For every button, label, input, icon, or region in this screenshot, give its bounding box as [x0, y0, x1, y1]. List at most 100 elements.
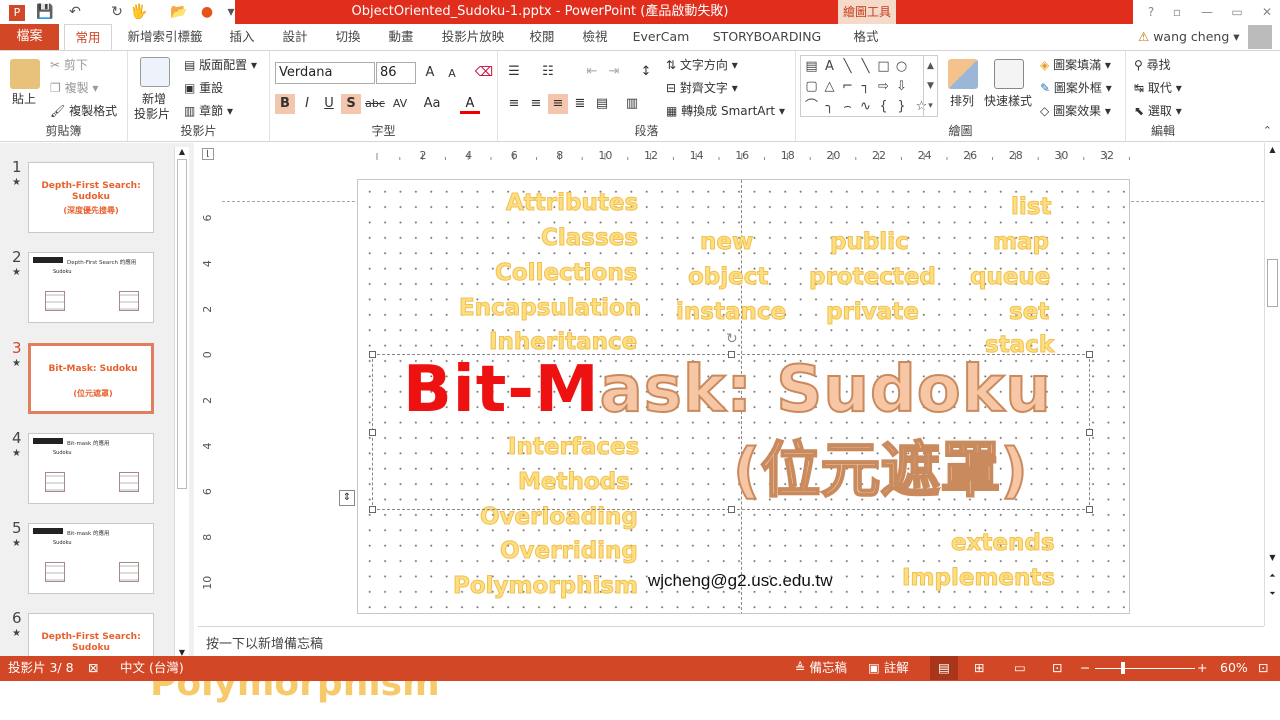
tab-design[interactable]: 設計: [275, 24, 315, 50]
shape-arc[interactable]: ⌒: [803, 98, 820, 115]
layout-button[interactable]: ▤ 版面配置 ▾: [184, 57, 257, 73]
tab-animations[interactable]: 動畫: [381, 24, 421, 50]
slide-counter[interactable]: 投影片 3/ 8: [8, 656, 74, 680]
minimize-button[interactable]: —: [1196, 2, 1218, 22]
zoom-in-icon[interactable]: +: [1197, 656, 1207, 680]
notes-toggle[interactable]: ≜ 備忘稿: [795, 656, 847, 680]
slide-thumbnail-2[interactable]: Depth-First Search 的應用 Sudoku: [28, 252, 154, 323]
bullets-icon[interactable]: ☰: [504, 62, 524, 82]
scroll-down-icon[interactable]: ▼: [1265, 553, 1280, 562]
increase-indent-icon[interactable]: ⇥: [604, 62, 624, 82]
help-button[interactable]: ?: [1140, 2, 1162, 22]
autofit-icon[interactable]: ⇕: [339, 490, 355, 506]
undo-icon[interactable]: ↶: [66, 3, 84, 21]
save-icon[interactable]: 💾: [36, 3, 54, 21]
tab-storyboarding[interactable]: STORYBOARDING: [706, 24, 828, 50]
zoom-out-icon[interactable]: −: [1080, 656, 1090, 680]
tab-selector-icon[interactable]: ⌊: [202, 148, 214, 160]
new-slide-button-line2[interactable]: 投影片: [134, 106, 170, 122]
reset-button[interactable]: ▣ 重設: [184, 80, 223, 96]
shape-outline-button[interactable]: ✎ 圖案外框 ▾: [1040, 80, 1112, 96]
slide-thumbnail-3[interactable]: Bit-Mask: Sudoku (位元遮罩): [28, 343, 154, 414]
tab-custom[interactable]: 新增索引標籤: [122, 24, 208, 50]
vertical-ruler[interactable]: 6 4 2 0 2 4 6 8 10: [201, 178, 215, 614]
new-slide-button[interactable]: 新增: [142, 91, 166, 107]
collapse-ribbon-icon[interactable]: ⌃: [1263, 124, 1272, 137]
thumbnail-scroll-thumb[interactable]: [177, 159, 187, 489]
shape-vertical-textbox[interactable]: A: [821, 58, 838, 75]
distribute-icon[interactable]: ▤: [592, 94, 612, 114]
close-button[interactable]: ✕: [1256, 2, 1278, 22]
maximize-button[interactable]: ▭: [1226, 2, 1248, 22]
paste-button[interactable]: 貼上: [12, 91, 36, 107]
user-account[interactable]: ⚠ wang cheng ▾: [1138, 24, 1240, 50]
shape-right-brace[interactable]: }: [893, 98, 910, 115]
comments-toggle[interactable]: ▣ 註解: [868, 656, 909, 680]
numbering-icon[interactable]: ☷: [538, 62, 558, 82]
powerpoint-logo-icon[interactable]: P: [8, 3, 26, 21]
quick-styles-button[interactable]: 快速樣式: [984, 93, 1032, 109]
align-text-button[interactable]: ⊟ 對齊文字 ▾: [666, 80, 738, 96]
shape-line[interactable]: ╲: [839, 58, 856, 75]
resize-handle-br[interactable]: [1086, 506, 1093, 513]
justify-icon[interactable]: ≣: [570, 94, 590, 114]
gallery-scroll[interactable]: ▲ ▼ ▾: [923, 56, 937, 116]
section-button[interactable]: ▥ 章節 ▾: [184, 103, 233, 119]
font-color-button[interactable]: A: [460, 94, 480, 114]
shape-left-brace[interactable]: {: [875, 98, 892, 115]
format-painter-button[interactable]: 🖌 複製格式: [50, 103, 117, 119]
shape-triangle[interactable]: △: [821, 78, 838, 95]
shape-fill-button[interactable]: ◈ 圖案填滿 ▾: [1040, 57, 1111, 73]
spell-check-icon[interactable]: ⊠: [88, 656, 98, 680]
touch-mode-icon[interactable]: 🖐: [130, 3, 148, 21]
slide-thumbnail-1[interactable]: Depth-First Search: Sudoku (深度優先搜尋): [28, 162, 154, 233]
editor-scroll-thumb[interactable]: [1267, 259, 1278, 307]
columns-icon[interactable]: ▥: [622, 94, 642, 114]
slide-thumbnail-4[interactable]: Bit-mask 的應用 Sudoku: [28, 433, 154, 504]
resize-handle-l[interactable]: [369, 429, 376, 436]
align-center-icon[interactable]: ≡: [526, 94, 546, 114]
shape-wave[interactable]: ∿: [857, 98, 874, 115]
language-indicator[interactable]: 中文 (台灣): [120, 656, 184, 680]
slide-thumbnail-5[interactable]: Bit-mask 的應用 Sudoku: [28, 523, 154, 594]
shape-right-arrow[interactable]: ⇨: [875, 78, 892, 95]
select-button[interactable]: ⬉ 選取 ▾: [1134, 103, 1182, 119]
tab-view[interactable]: 檢視: [575, 24, 615, 50]
underline-button[interactable]: U: [319, 94, 339, 114]
replace-button[interactable]: ↹ 取代 ▾: [1134, 80, 1182, 96]
resize-handle-tr[interactable]: [1086, 351, 1093, 358]
font-name-select[interactable]: Verdana: [275, 62, 375, 84]
reading-view-icon[interactable]: ▭: [1014, 656, 1026, 680]
shape-rectangle[interactable]: □: [875, 58, 892, 75]
rotate-handle-icon[interactable]: ↻: [726, 331, 738, 347]
tab-file[interactable]: 檔案: [0, 24, 59, 50]
shape-rounded-rect[interactable]: ▢: [803, 78, 820, 95]
shrink-font-button[interactable]: A: [442, 64, 462, 84]
decrease-indent-icon[interactable]: ⇤: [582, 62, 602, 82]
font-size-select[interactable]: 86: [376, 62, 416, 84]
notes-pane[interactable]: 按一下以新增備忘稿: [198, 626, 1264, 656]
align-right-icon[interactable]: ≡: [548, 94, 568, 114]
ribbon-display-button[interactable]: ▫: [1166, 2, 1188, 22]
shape-oval[interactable]: ○: [893, 58, 910, 75]
slide-canvas[interactable]: Attributes Classes Collections Encapsula…: [357, 179, 1130, 614]
next-slide-icon[interactable]: ⏷: [1265, 589, 1280, 599]
bold-button[interactable]: B: [275, 94, 295, 114]
tab-review[interactable]: 校閱: [522, 24, 562, 50]
scroll-up-icon[interactable]: ▲: [175, 147, 189, 156]
tab-home[interactable]: 常用: [64, 24, 112, 50]
thumbnail-scrollbar[interactable]: ▲ ▼: [174, 147, 189, 657]
zoom-slider[interactable]: [1095, 668, 1195, 669]
tab-slideshow[interactable]: 投影片放映: [434, 24, 512, 50]
redo-icon[interactable]: ↻: [108, 3, 126, 21]
open-folder-icon[interactable]: 📂: [170, 3, 188, 21]
paste-icon[interactable]: [10, 59, 40, 89]
quick-styles-icon[interactable]: [994, 59, 1024, 89]
tab-insert[interactable]: 插入: [222, 24, 262, 50]
line-spacing-icon[interactable]: ↕: [636, 62, 656, 82]
shape-arrow-line[interactable]: ╲: [857, 58, 874, 75]
shadow-button[interactable]: S: [341, 94, 361, 114]
slideshow-view-icon[interactable]: ⊡: [1052, 656, 1062, 680]
cut-button[interactable]: ✂ 剪下: [50, 57, 88, 73]
find-button[interactable]: ⚲ 尋找: [1134, 57, 1171, 73]
